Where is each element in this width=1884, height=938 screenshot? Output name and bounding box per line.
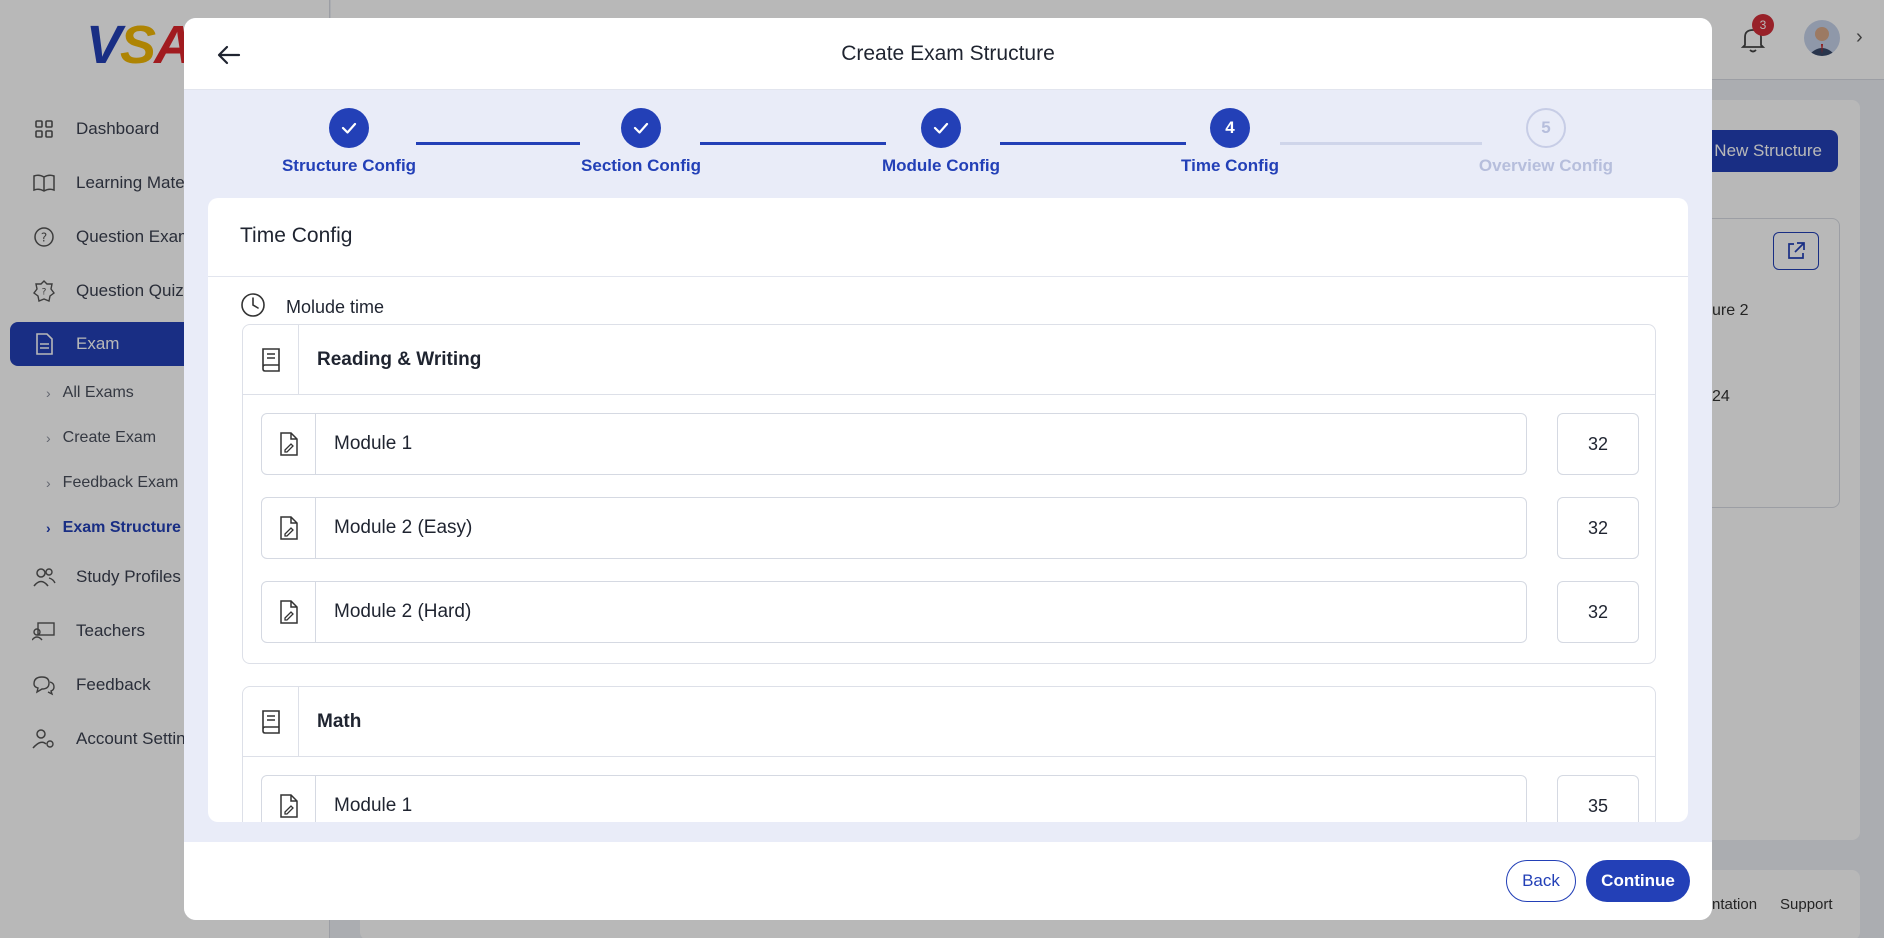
file-edit-icon [262,498,316,558]
step-1-label[interactable]: Structure Config [282,156,416,176]
step-connector [1280,142,1482,145]
step-5-label[interactable]: Overview Config [1479,156,1613,176]
module-name: Module 1 [334,433,413,454]
step-3-check-icon[interactable] [921,108,961,148]
module-name: Module 2 (Easy) [334,517,473,538]
module-name-field: Module 1 [261,775,1527,822]
module-row: Module 2 (Easy) 32 [261,497,1639,559]
step-2-check-icon[interactable] [621,108,661,148]
modal-title: Create Exam Structure [841,42,1055,65]
step-4-circle[interactable]: 4 [1210,108,1250,148]
section-reading-writing: Reading & Writing Module 1 32 Module 2 (… [242,324,1656,664]
step-connector [700,142,886,145]
clock-icon [240,292,266,323]
step-5-circle[interactable]: 5 [1526,108,1566,148]
module-time-input[interactable]: 32 [1557,413,1639,475]
section-header: Reading & Writing [243,324,1655,395]
module-time-input[interactable]: 35 [1557,775,1639,822]
step-4-label[interactable]: Time Config [1181,156,1279,176]
content-title: Time Config [240,224,353,247]
step-connector [416,142,580,145]
section-title: Reading & Writing [317,348,482,370]
module-name: Module 2 (Hard) [334,601,472,622]
time-config-card[interactable]: Time Config Molude time Reading & Writin… [208,198,1688,822]
divider [208,276,1688,277]
create-exam-structure-modal: Create Exam Structure 4 5 Structure Conf… [184,18,1712,920]
back-button[interactable]: Back [1506,860,1576,902]
module-name-field: Module 2 (Hard) [261,581,1527,643]
module-row: Module 1 35 [261,775,1639,822]
step-3-label[interactable]: Module Config [882,156,1000,176]
module-row: Module 2 (Hard) 32 [261,581,1639,643]
continue-button[interactable]: Continue [1586,860,1690,902]
step-connector [1000,142,1186,145]
file-edit-icon [262,776,316,822]
step-2-label[interactable]: Section Config [581,156,701,176]
module-time-input[interactable]: 32 [1557,497,1639,559]
file-edit-icon [262,582,316,642]
section-header: Math [243,686,1655,757]
module-name-field: Module 1 [261,413,1527,475]
section-math: Math Module 1 35 [242,686,1656,822]
modal-header: Create Exam Structure [184,18,1712,90]
module-time-heading: Molude time [240,292,384,323]
module-time-label: Molude time [286,297,385,317]
file-edit-icon [262,414,316,474]
module-time-input[interactable]: 32 [1557,581,1639,643]
module-name: Module 1 [334,795,413,816]
book-icon [243,324,299,395]
module-name-field: Module 2 (Easy) [261,497,1527,559]
modal-footer [184,842,1712,920]
section-title: Math [317,710,362,732]
step-1-check-icon[interactable] [329,108,369,148]
book-icon [243,686,299,757]
module-row: Module 1 32 [261,413,1639,475]
